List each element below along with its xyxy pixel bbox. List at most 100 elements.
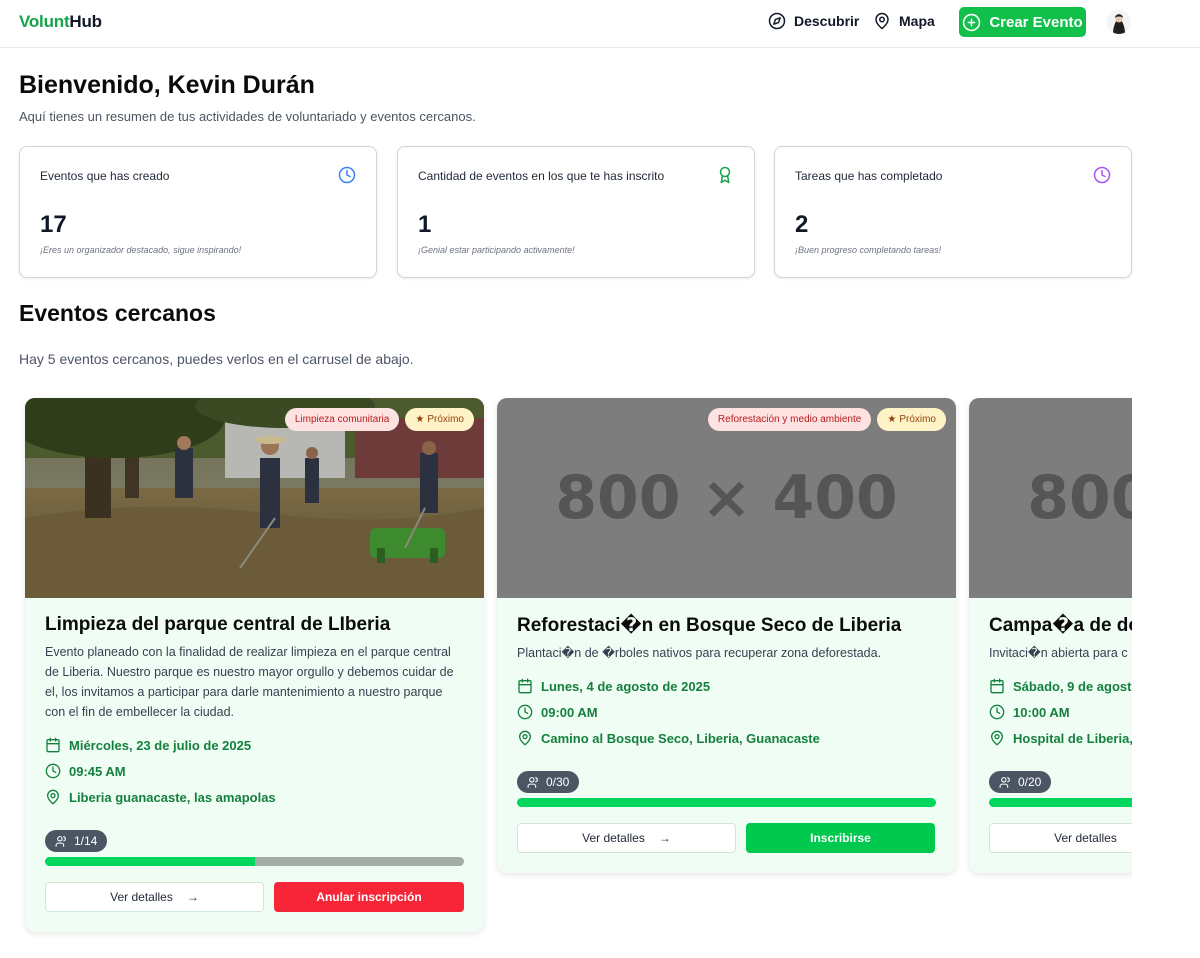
event-description: Evento planeado con la finalidad de real…: [45, 645, 454, 719]
compass-icon: [768, 12, 786, 30]
section-title: Eventos cercanos: [19, 300, 216, 326]
nav-discover[interactable]: Descubrir: [768, 12, 859, 30]
user-photo-icon: [1107, 10, 1131, 34]
event-description: Plantaci�n de �rboles nativos para recup…: [517, 646, 882, 660]
calendar-icon: [518, 678, 532, 694]
welcome-title: Bienvenido, Kevin Durán: [19, 71, 315, 99]
clock-icon: [517, 704, 533, 720]
nav-map[interactable]: Mapa: [873, 12, 935, 30]
view-details-button[interactable]: Ver detalles →: [45, 881, 264, 912]
event-date-label: Miércoles, 23 de julio de 2025: [69, 737, 252, 753]
stat-note: ¡Eres un organizador destacado, sigue in…: [40, 245, 242, 255]
category-badge[interactable]: Limpieza comunitaria: [284, 408, 400, 431]
participants-progress-bar: [989, 797, 1132, 807]
event-time: 09:45 AM: [45, 758, 464, 784]
map-pin-icon: [875, 12, 889, 30]
section-subtitle: Hay 5 eventos cercanos, puedes verlos en…: [19, 351, 414, 367]
status-badge-label: Próximo: [427, 414, 464, 425]
top-navbar: VoluntHub Descubrir Mapa Crear Evento: [0, 0, 1200, 48]
stat-value: 2: [795, 211, 809, 238]
view-details-label: Ver detalles: [110, 889, 173, 904]
award-icon: [719, 166, 731, 184]
event-image: 800 × 400: [969, 398, 1132, 598]
event-title[interactable]: Campa�a de do: [989, 614, 1132, 637]
events-carousel[interactable]: Limpieza comunitaria ★ Próximo Limpieza d…: [19, 392, 1132, 958]
star-icon: ★: [887, 414, 897, 425]
stat-value: 1: [418, 211, 432, 238]
event-title[interactable]: Reforestaci�n en Bosque Seco de Liberia: [517, 614, 936, 637]
event-image: 800 × 400 Reforestación y medio ambiente…: [497, 398, 956, 598]
calendar-icon: [990, 678, 1004, 694]
view-details-button[interactable]: Ver detalles →: [517, 822, 736, 853]
progress-fill: [45, 856, 255, 866]
stat-label: Cantidad de eventos en los que te has in…: [418, 169, 665, 183]
event-date: Miércoles, 23 de julio de 2025: [45, 732, 464, 758]
stat-card-enrolled: Cantidad de eventos en los que te has in…: [397, 146, 755, 278]
view-details-button[interactable]: Ver detalles →: [989, 822, 1132, 853]
participants-count-label: 0/30: [546, 775, 570, 789]
join-event-button[interactable]: Inscribirse: [746, 822, 935, 853]
cancel-registration-button[interactable]: Anular inscripción: [274, 881, 464, 912]
arrow-right-icon: →: [1131, 831, 1132, 845]
plus-circle-icon: [963, 13, 981, 31]
create-event-button[interactable]: Crear Evento: [959, 7, 1086, 37]
stat-card-tasks: Tareas que has completado 2 ¡Buen progre…: [774, 146, 1132, 278]
stat-value: 17: [40, 211, 67, 238]
progress-fill: [517, 797, 936, 807]
participants-progress-bar: [517, 797, 936, 807]
event-title[interactable]: Limpieza del parque central de LIberia: [45, 614, 464, 636]
stat-label: Tareas que has completado: [795, 169, 943, 183]
event-card[interactable]: Limpieza comunitaria ★ Próximo Limpieza d…: [25, 398, 484, 932]
event-location: Liberia guanacaste, las amapolas: [45, 784, 464, 810]
participants-count-label: 0/20: [1018, 775, 1042, 789]
stat-label: Eventos que has creado: [40, 169, 170, 183]
status-badge: ★ Próximo: [877, 408, 946, 431]
status-badge: ★ Próximo: [405, 408, 474, 431]
welcome-subtitle: Aquí tienes un resumen de tus actividade…: [19, 109, 476, 124]
logo[interactable]: VoluntHub: [19, 12, 102, 32]
create-event-label: Crear Evento: [989, 13, 1083, 31]
event-time: 09:00 AM: [517, 699, 936, 725]
clock-icon: [1093, 166, 1111, 184]
event-date-label: Lunes, 4 de agosto de 2025: [541, 678, 711, 694]
arrow-right-icon: →: [658, 830, 671, 845]
arrow-right-icon: →: [186, 889, 199, 904]
users-icon: [999, 776, 1010, 788]
avatar[interactable]: [1107, 10, 1131, 34]
clock-icon: [989, 704, 1005, 720]
event-badges: Limpieza comunitaria ★ Próximo: [284, 408, 474, 431]
event-location-label: Liberia guanacaste, las amapolas: [69, 789, 276, 805]
event-location-label: Camino al Bosque Seco, Liberia, Guanacas…: [541, 730, 820, 746]
event-location: Hospital de Liberia,: [989, 725, 1132, 751]
view-details-label: Ver detalles: [1054, 830, 1117, 845]
stat-card-created: Eventos que has creado 17 ¡Eres un organ…: [19, 146, 377, 278]
participants-count: 1/14: [45, 830, 108, 852]
map-pin-icon: [990, 730, 1004, 746]
participants-progress-bar: [45, 856, 464, 866]
nav-map-label: Mapa: [899, 13, 935, 29]
event-badges: Reforestación y medio ambiente ★ Próximo: [707, 408, 946, 431]
map-pin-icon: [46, 789, 60, 805]
clock-icon: [338, 166, 356, 184]
category-badge[interactable]: Reforestación y medio ambiente: [707, 408, 872, 431]
event-card[interactable]: 800 × 400 Reforestación y medio ambiente…: [497, 398, 956, 873]
event-time-label: 09:00 AM: [541, 704, 598, 720]
event-card[interactable]: 800 × 400 Campa�a de do Invitaci�n abier…: [969, 398, 1132, 873]
image-placeholder: 800 × 400: [969, 398, 1132, 598]
view-details-label: Ver detalles: [582, 830, 645, 845]
calendar-icon: [46, 737, 60, 753]
event-time-label: 10:00 AM: [1013, 704, 1070, 720]
clock-icon: [45, 763, 61, 779]
status-badge-label: Próximo: [899, 414, 936, 425]
map-pin-icon: [518, 730, 532, 746]
event-location: Camino al Bosque Seco, Liberia, Guanacas…: [517, 725, 936, 751]
users-icon: [55, 835, 66, 847]
event-date: Lunes, 4 de agosto de 2025: [517, 673, 936, 699]
event-time: 10:00 AM: [989, 699, 1132, 725]
nav-discover-label: Descubrir: [794, 13, 860, 29]
participants-count: 0/20: [989, 771, 1052, 793]
stat-note: ¡Buen progreso completando tareas!: [795, 245, 942, 255]
progress-fill: [989, 797, 1132, 807]
participants-count-label: 1/14: [74, 834, 98, 848]
event-time-label: 09:45 AM: [69, 763, 126, 779]
